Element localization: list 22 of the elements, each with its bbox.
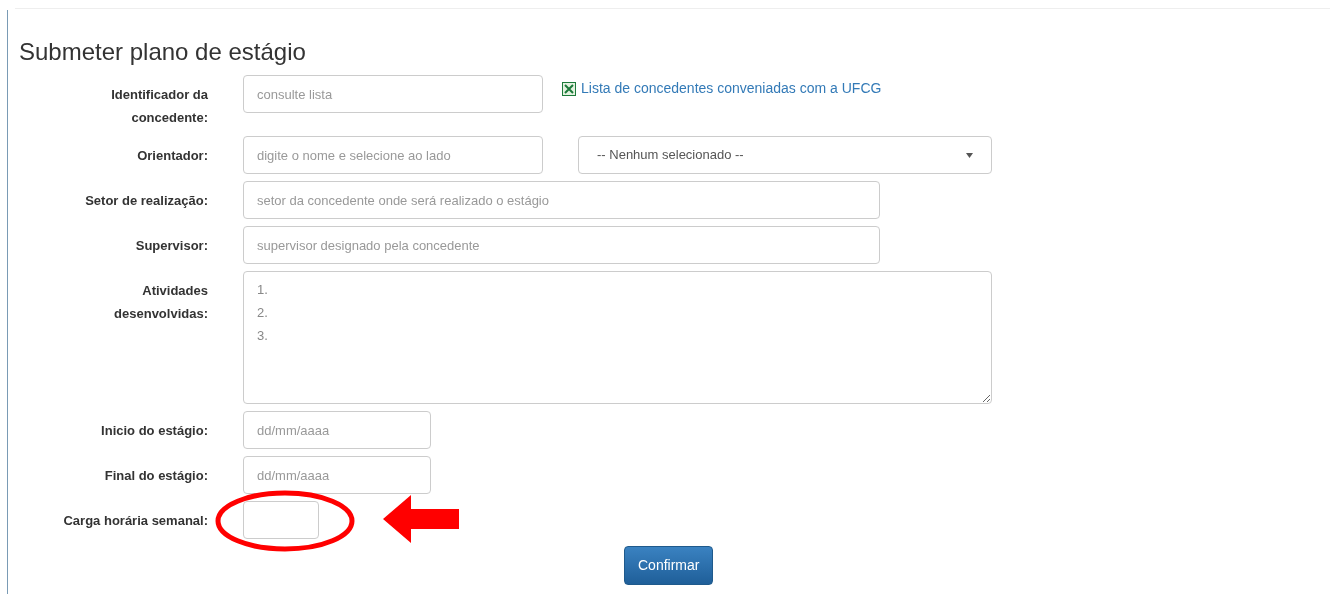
field-label: Inicio do estágio: bbox=[101, 422, 208, 440]
confirm-button[interactable]: Confirmar bbox=[624, 546, 714, 585]
input-field[interactable] bbox=[243, 501, 319, 539]
field-label: Atividades desenvolvidas: bbox=[113, 282, 208, 323]
page-title: Submeter plano de estágio bbox=[19, 37, 306, 67]
field-label: Supervisor: bbox=[135, 237, 208, 255]
field-label: Carga horária semanal: bbox=[63, 512, 208, 530]
caret-icon bbox=[966, 152, 973, 158]
field-label: Identificador da concedente: bbox=[110, 86, 208, 127]
field-label: Orientador: bbox=[137, 147, 208, 165]
activities-textarea[interactable]: 1. 2. 3. bbox=[243, 271, 992, 404]
input-field[interactable]: dd/mm/aaaa bbox=[243, 411, 431, 449]
spreadsheet-icon bbox=[562, 81, 576, 96]
input-field[interactable]: dd/mm/aaaa bbox=[243, 456, 431, 494]
input-field[interactable]: digite o nome e selecione ao lado bbox=[243, 136, 543, 174]
input-field[interactable]: setor da concedente onde será realizado o estágio bbox=[243, 181, 880, 219]
input-field[interactable]: supervisor designado pela concedente bbox=[243, 226, 880, 264]
field-label: Setor de realização: bbox=[85, 192, 208, 210]
concedentes-list-link[interactable]: Lista de concedentes conveniadas com a UFCG bbox=[562, 78, 882, 99]
input-field[interactable]: consulte lista bbox=[243, 75, 543, 113]
orientador-select[interactable]: -- Nenhum selecionado -- bbox=[578, 136, 992, 174]
field-label: Final do estágio: bbox=[104, 467, 208, 485]
